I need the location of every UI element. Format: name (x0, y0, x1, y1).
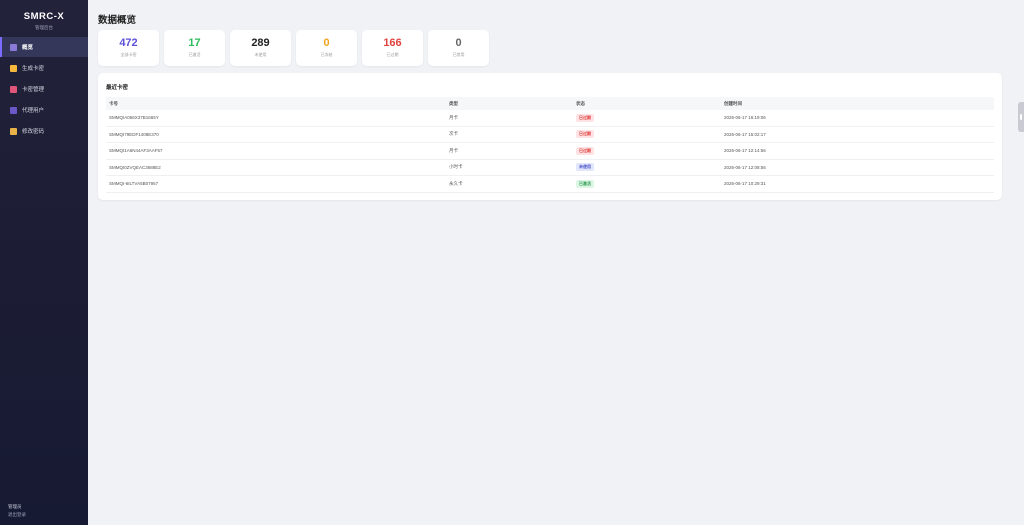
table-row[interactable]: SMMQI0ZVQEAC3688E2 小时卡 未使用 2026-06-17 12:08… (106, 160, 994, 176)
main-content: 数据概览 472 全部卡密 17 已激活 289 未使用 0 已冻结 166 已过期 0 已禁用 最近… (88, 0, 1024, 525)
sparkle-icon (10, 64, 17, 72)
stat-value: 289 (251, 37, 270, 49)
sidebar-item-0[interactable]: 概览 (0, 37, 88, 57)
cell-type: 次卡 (449, 131, 458, 137)
cell-card-number: SMMQI79EDF1408E370 (109, 131, 159, 137)
recent-cards-table: 卡号 类型 状态 创建时间 SMMQIA066X37B1665Y 月卡 已过期 202… (106, 97, 994, 193)
current-user: 管理员 (8, 504, 22, 509)
cell-type: 月卡 (449, 114, 458, 120)
cell-card-number: SMMQI0ZVQEAC3688E2 (109, 164, 161, 170)
sidebar-item-1[interactable]: 生成卡密 (0, 58, 88, 78)
header-status: 状态 (576, 100, 585, 106)
stat-value: 472 (119, 37, 138, 49)
stat-card: 472 全部卡密 (98, 30, 159, 66)
cell-created-time: 2026-06-17 12:14:56 (724, 148, 766, 154)
logout-link[interactable]: 退出登录 (8, 511, 26, 519)
stat-label: 已禁用 (452, 52, 465, 57)
table-header: 卡号 类型 状态 创建时间 (106, 97, 994, 110)
stat-label: 已过期 (386, 52, 399, 57)
stat-value: 0 (323, 37, 330, 49)
stat-card: 166 已过期 (362, 30, 423, 66)
sidebar-item-label: 生成卡密 (22, 66, 45, 72)
card-icon (10, 85, 17, 93)
header-created: 创建时间 (724, 100, 742, 106)
cell-status: 已过期 (576, 130, 724, 139)
sidebar: SMRC-X 管理后台 概览生成卡密卡密管理代理用户修改密码 管理员 退出登录 (0, 0, 88, 525)
page-title: 数据概览 (98, 15, 137, 26)
sidebar-item-label: 概览 (22, 45, 34, 51)
status-badge: 已过期 (576, 113, 594, 122)
stat-value: 166 (383, 37, 402, 49)
cell-status: 已过期 (576, 113, 724, 122)
status-badge: 已过期 (576, 130, 594, 139)
table-row[interactable]: SMMQI1A6N44AF3AAF57 月卡 已过期 2026-06-17 12:14… (106, 143, 994, 160)
stat-label: 未使用 (254, 52, 267, 57)
cell-type: 月卡 (449, 147, 458, 153)
stat-card: 289 未使用 (230, 30, 291, 66)
stat-label: 已激活 (188, 52, 201, 57)
cell-status: 未使用 (576, 163, 724, 172)
stat-card: 0 已冻结 (296, 30, 357, 66)
key-icon (10, 127, 17, 135)
cell-created-time: 2026-06-17 16:19:06 (724, 115, 766, 121)
stat-label: 已冻结 (320, 52, 333, 57)
stat-card: 0 已禁用 (428, 30, 489, 66)
stats-row: 472 全部卡密 17 已激活 289 未使用 0 已冻结 166 已过期 0 已禁用 (98, 30, 489, 66)
side-scroll-handle[interactable] (1018, 102, 1024, 132)
stat-card: 17 已激活 (164, 30, 225, 66)
sidebar-item-label: 修改密码 (22, 129, 45, 135)
sidebar-item-label: 代理用户 (22, 108, 45, 114)
brand: SMRC-X 管理后台 (0, 0, 88, 36)
table-row[interactable]: SMMQI-6ILTVA5B07957 永久卡 已激活 2026-06-17 10:2… (106, 176, 994, 193)
header-type: 类型 (449, 100, 458, 106)
table-row[interactable]: SMMQIA066X37B1665Y 月卡 已过期 2026-06-17 16:19:… (106, 110, 994, 127)
recent-cards-title: 最近卡密 (106, 85, 129, 91)
users-icon (10, 106, 17, 114)
cell-type: 永久卡 (449, 180, 463, 186)
cell-created-time: 2026-06-17 12:08:56 (724, 164, 766, 170)
header-card: 卡号 (109, 100, 118, 106)
recent-cards-panel: 最近卡密 卡号 类型 状态 创建时间 SMMQIA066X37B1665Y 月卡已… (98, 73, 1002, 200)
sidebar-item-2[interactable]: 卡密管理 (0, 79, 88, 99)
sidebar-item-label: 卡密管理 (22, 87, 45, 93)
stat-value: 0 (455, 37, 462, 49)
cell-type: 小时卡 (449, 164, 463, 170)
cell-card-number: SMMQI-6ILTVA5B07957 (109, 181, 159, 187)
status-badge: 未使用 (576, 163, 594, 172)
cell-created-time: 2026-06-17 15:02:17 (724, 131, 766, 137)
status-badge: 已过期 (576, 146, 594, 155)
chart-icon (10, 43, 17, 51)
brand-title: SMRC-X (23, 11, 65, 22)
cell-card-number: SMMQIA066X37B1665Y (109, 115, 159, 121)
cell-created-time: 2026-06-17 10:29:31 (724, 181, 766, 187)
brand-subtitle: 管理后台 (35, 25, 53, 30)
sidebar-nav: 概览生成卡密卡密管理代理用户修改密码 (0, 37, 88, 141)
table-body: SMMQIA066X37B1665Y 月卡 已过期 2026-06-17 16:19:… (106, 110, 994, 193)
sidebar-item-3[interactable]: 代理用户 (0, 100, 88, 120)
sidebar-footer: 管理员 退出登录 (8, 503, 26, 519)
stat-label: 全部卡密 (120, 52, 137, 57)
status-badge: 已激活 (576, 179, 594, 188)
cell-status: 已激活 (576, 179, 724, 188)
sidebar-item-4[interactable]: 修改密码 (0, 121, 88, 141)
stat-value: 17 (188, 37, 201, 49)
table-row[interactable]: SMMQI79EDF1408E370 次卡 已过期 2026-06-17 15:02:… (106, 127, 994, 143)
cell-status: 已过期 (576, 146, 724, 155)
cell-card-number: SMMQI1A6N44AF3AAF57 (109, 148, 163, 154)
